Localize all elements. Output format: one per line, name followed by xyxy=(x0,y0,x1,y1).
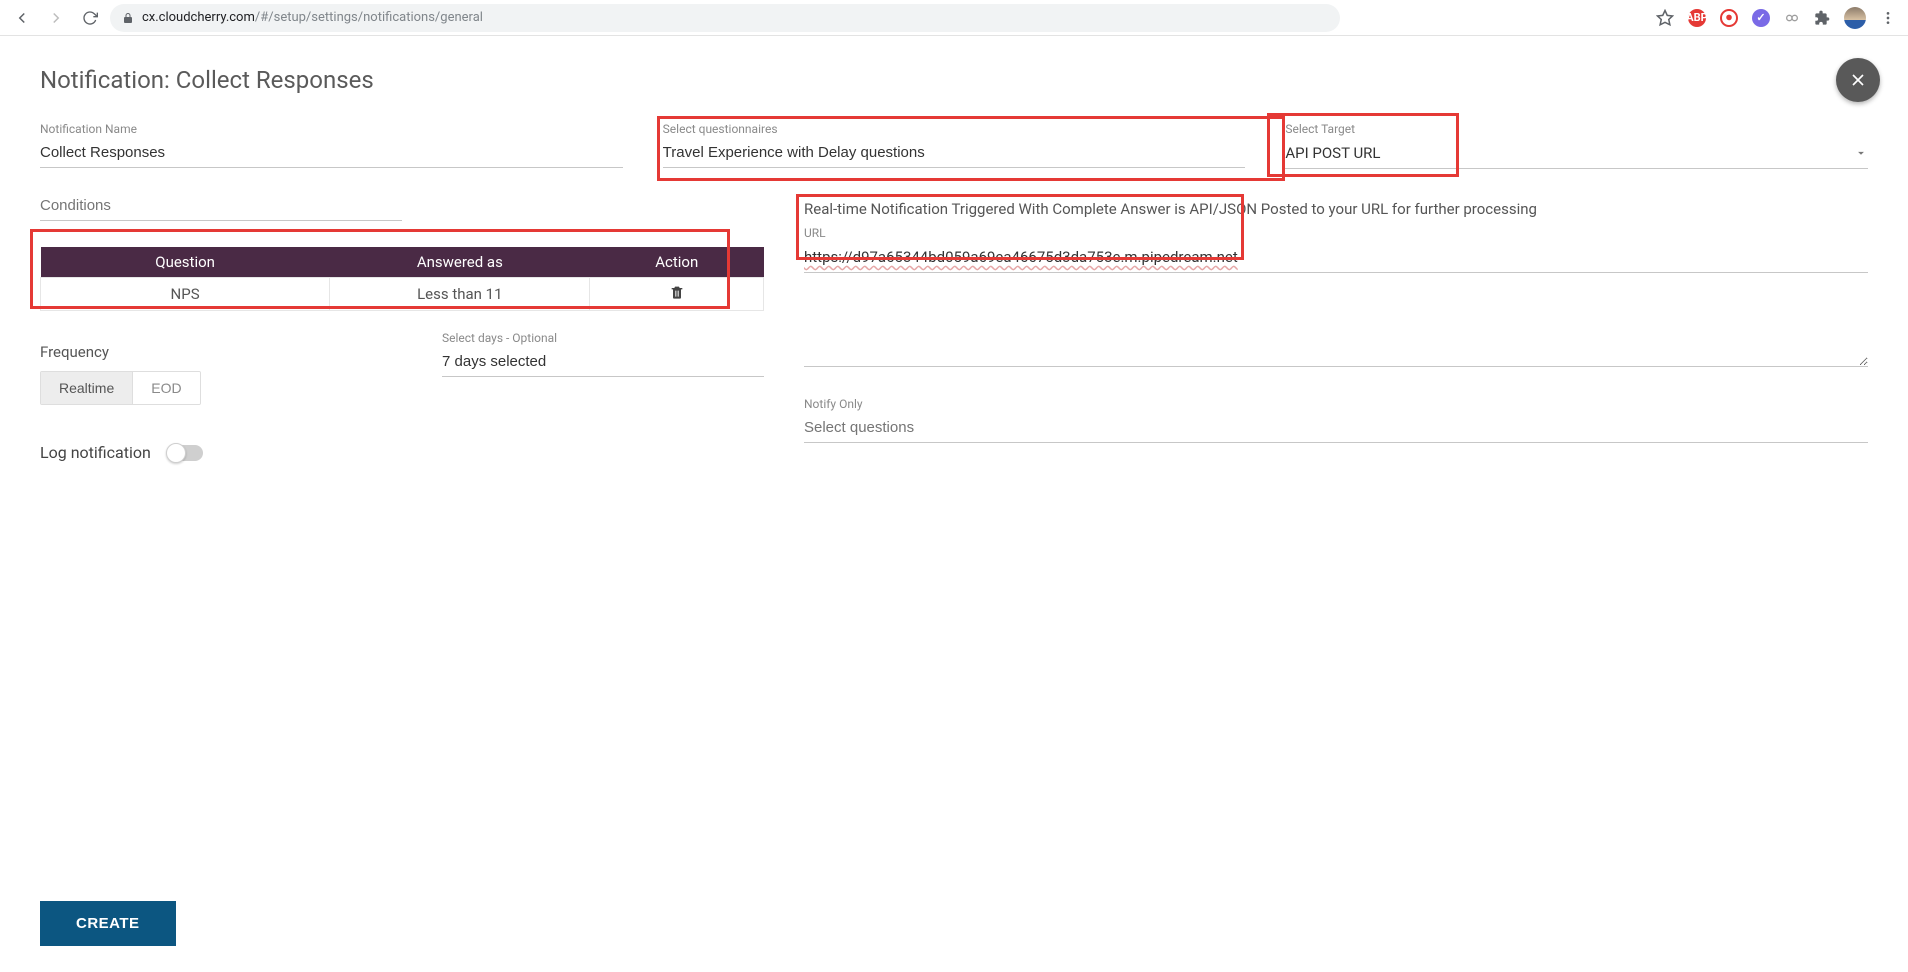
cell-action xyxy=(590,278,764,311)
days-label: Select days - Optional xyxy=(442,331,764,345)
url-value: https://d97a65344bd059a69ea46675d3da753e… xyxy=(804,248,1238,266)
target-field: Select Target API POST URL xyxy=(1285,122,1868,169)
profile-avatar[interactable] xyxy=(1844,7,1866,29)
right-column: Real-time Notification Triggered With Co… xyxy=(804,193,1868,461)
chrome-actions: ABP ⏺ ✓ xyxy=(1656,7,1900,29)
delete-icon[interactable] xyxy=(669,286,685,304)
extension-purple-icon[interactable]: ✓ xyxy=(1752,9,1770,27)
url-field: URL https://d97a65344bd059a69ea46675d3da… xyxy=(804,226,1868,273)
notification-name-field: Notification Name xyxy=(40,122,623,169)
forward-button[interactable] xyxy=(42,4,70,32)
conditions-field xyxy=(40,193,402,221)
conditions-table-wrap: Question Answered as Action NPS Less tha… xyxy=(40,247,764,311)
questionnaire-label: Select questionnaires xyxy=(663,122,1246,136)
url-path: /#/setup/settings/notifications/general xyxy=(255,10,483,25)
target-label: Select Target xyxy=(1285,122,1868,136)
frequency-realtime-button[interactable]: Realtime xyxy=(41,372,132,404)
abp-icon[interactable]: ABP xyxy=(1688,9,1706,27)
url-input[interactable]: https://d97a65344bd059a69ea46675d3da753e… xyxy=(804,244,1868,273)
notification-name-input[interactable] xyxy=(40,140,623,168)
frequency-label: Frequency xyxy=(40,343,402,361)
chevron-down-icon xyxy=(1854,146,1868,160)
days-input[interactable] xyxy=(442,349,764,377)
log-notification-label: Log notification xyxy=(40,443,151,462)
left-column: Question Answered as Action NPS Less tha… xyxy=(40,193,764,462)
log-notification-toggle[interactable] xyxy=(167,445,203,461)
url-label: URL xyxy=(804,226,1868,240)
days-field: Select days - Optional xyxy=(442,331,764,387)
questionnaire-input[interactable] xyxy=(663,140,1246,168)
json-textarea-field xyxy=(804,295,1868,371)
reload-button[interactable] xyxy=(76,4,104,32)
create-button[interactable]: CREATE xyxy=(40,901,176,946)
conditions-input[interactable] xyxy=(40,193,402,221)
url-host: cx.cloudcherry.com xyxy=(142,10,255,25)
page: Notification: Collect Responses Notifica… xyxy=(0,36,1908,972)
th-answered: Answered as xyxy=(330,247,590,278)
questionnaire-field: Select questionnaires xyxy=(663,122,1246,169)
log-notification-row: Log notification xyxy=(40,443,764,462)
frequency-toggle: Realtime EOD xyxy=(40,371,201,405)
target-select[interactable]: API POST URL xyxy=(1285,140,1868,169)
notification-name-label: Notification Name xyxy=(40,122,623,136)
back-button[interactable] xyxy=(8,4,36,32)
extensions-icon[interactable] xyxy=(1814,10,1830,26)
json-textarea[interactable] xyxy=(804,295,1868,367)
frequency-eod-button[interactable]: EOD xyxy=(132,372,199,404)
extension-link-icon[interactable] xyxy=(1784,10,1800,26)
lock-icon xyxy=(122,12,134,24)
browser-chrome: cx.cloudcherry.com/#/setup/settings/noti… xyxy=(0,0,1908,36)
notify-only-label: Notify Only xyxy=(804,397,1868,411)
notify-only-field: Notify Only xyxy=(804,397,1868,443)
cell-question: NPS xyxy=(41,278,330,311)
page-title: Notification: Collect Responses xyxy=(40,66,1868,94)
address-bar[interactable]: cx.cloudcherry.com/#/setup/settings/noti… xyxy=(110,4,1340,32)
cell-answered: Less than 11 xyxy=(330,278,590,311)
th-question: Question xyxy=(41,247,330,278)
notify-only-input[interactable] xyxy=(804,415,1868,443)
close-button[interactable] xyxy=(1836,58,1880,102)
th-action: Action xyxy=(590,247,764,278)
target-description: Real-time Notification Triggered With Co… xyxy=(804,199,1868,220)
table-row: NPS Less than 11 xyxy=(41,278,764,311)
extension-red-icon[interactable]: ⏺ xyxy=(1720,9,1738,27)
menu-icon[interactable] xyxy=(1880,10,1896,26)
star-icon[interactable] xyxy=(1656,9,1674,27)
conditions-table: Question Answered as Action NPS Less tha… xyxy=(40,247,764,311)
target-value: API POST URL xyxy=(1285,144,1380,162)
